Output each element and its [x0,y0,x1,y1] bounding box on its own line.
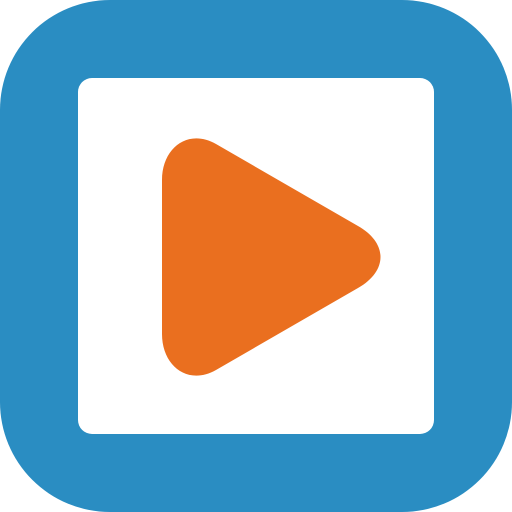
app-icon-graphic [0,0,512,512]
play-app-icon[interactable] [0,0,512,512]
